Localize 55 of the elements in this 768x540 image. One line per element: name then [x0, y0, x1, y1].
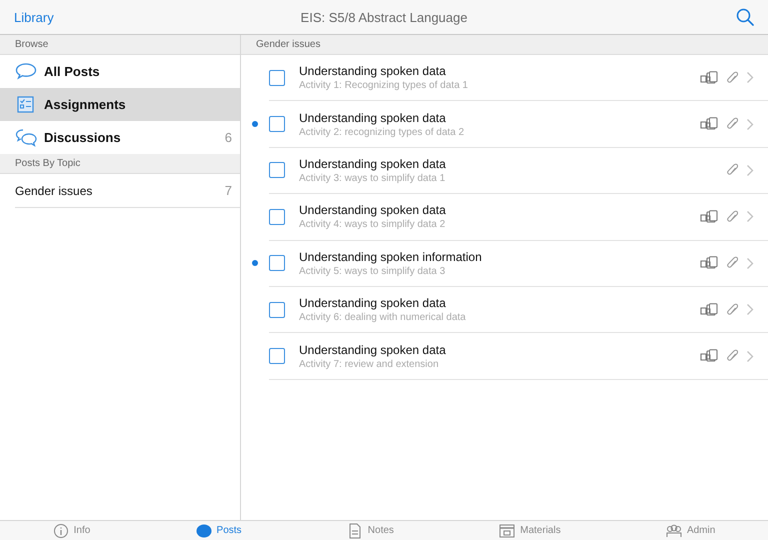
checkbox[interactable]: [269, 208, 285, 225]
post-row[interactable]: Understanding spoken data Activity 6: dealing with numerical data: [269, 286, 768, 334]
tab[interactable]: Posts: [196, 522, 242, 538]
topic-item[interactable]: Gender issues 7: [15, 174, 240, 208]
back-link[interactable]: Library: [14, 10, 301, 24]
people-icon: [666, 522, 682, 538]
checkbox[interactable]: [269, 348, 285, 364]
post-title: Understanding spoken data: [299, 110, 447, 125]
post-subtitle: Activity 1: Recognizing types of data 1: [299, 80, 469, 92]
window-title: EIS: S5/8 Abstract Language: [300, 10, 468, 24]
post-title: Understanding spoken data: [299, 203, 447, 218]
chevron-icon: [746, 303, 754, 316]
post-title: Understanding spoken data: [299, 342, 447, 357]
checkbox[interactable]: [269, 70, 285, 86]
document-icon: [346, 522, 363, 538]
post-subtitle: Activity 7: review and extension: [299, 358, 440, 370]
item-count: 7: [224, 183, 232, 198]
chevron-icon: [746, 164, 754, 177]
post-subtitle: Activity 5: ways to simplify data 3: [299, 266, 446, 277]
post-row[interactable]: Understanding spoken data Activity 4: ways to simplify data 2: [269, 194, 768, 241]
section-header-label: Gender issues: [256, 39, 320, 50]
sidebar-item[interactable]: All Posts: [0, 55, 240, 88]
post-title: Understanding spoken information: [299, 250, 483, 264]
sidebar-item[interactable]: Discussions 6: [0, 121, 240, 154]
chevron-icon: [746, 256, 754, 270]
post-row[interactable]: Understanding spoken data Activity 1: Recognizing types of data 1: [269, 55, 768, 102]
checkbox[interactable]: [269, 255, 285, 272]
post-subtitle: Activity 6: dealing with numerical data: [299, 312, 467, 324]
item-count: 6: [224, 130, 232, 145]
post-row[interactable]: Understanding spoken data Activity 2: recognizing types of data 2: [269, 101, 768, 148]
post-title: Understanding spoken data: [299, 156, 447, 171]
post-title: Understanding spoken data: [299, 296, 447, 310]
chevron-icon: [746, 71, 754, 84]
chevron-icon: [746, 118, 754, 131]
info-icon: [52, 522, 69, 538]
post-subtitle: Activity 2: recognizing types of data 2: [299, 126, 466, 138]
chevron-icon: [746, 210, 754, 224]
post-row[interactable]: Understanding spoken data Activity 7: review and extension: [269, 333, 768, 380]
search-icon: [736, 8, 754, 26]
checkbox[interactable]: [269, 116, 285, 132]
post-subtitle: Activity 4: ways to simplify data 2: [299, 219, 446, 230]
checkbox[interactable]: [269, 302, 285, 318]
window-icon: [499, 522, 516, 538]
speech-bubble-icon: [15, 128, 37, 148]
sidebar-item[interactable]: Assignments: [0, 88, 240, 121]
section-header-label: Posts By Topic: [15, 158, 80, 169]
post-subtitle: Activity 3: ways to simplify data 1: [299, 172, 446, 184]
speech-bubble-icon: [15, 62, 37, 82]
post-row[interactable]: Understanding spoken data Activity 3: ways to simplify data 1: [269, 148, 768, 194]
circle-icon: [196, 522, 212, 538]
post-row[interactable]: Understanding spoken information Activity 5: ways to simplify data 3: [269, 240, 768, 287]
chevron-icon: [746, 350, 754, 363]
checkbox[interactable]: [269, 162, 285, 178]
section-header-label: Browse: [15, 39, 48, 50]
post-title: Understanding spoken data: [299, 64, 447, 78]
